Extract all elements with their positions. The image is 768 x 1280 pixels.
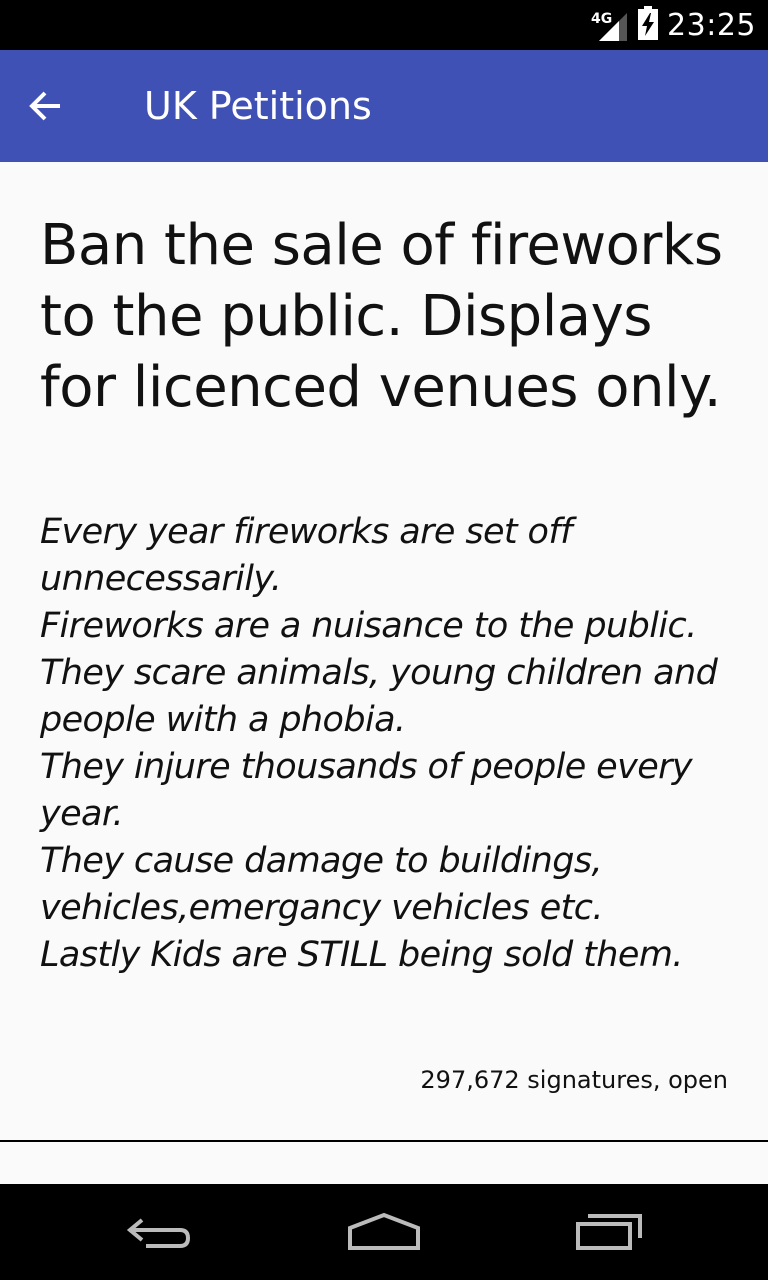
petition-body-line: Lastly Kids are STILL being sold them. bbox=[40, 935, 683, 975]
status-time: 23:25 bbox=[667, 7, 756, 43]
app-bar: UK Petitions bbox=[0, 50, 768, 162]
app-title: UK Petitions bbox=[144, 84, 372, 128]
signal-icon: 4G bbox=[591, 7, 629, 43]
petition-body-line: They scare animals, young children and p… bbox=[40, 653, 718, 740]
status-bar: 4G 23:25 bbox=[0, 0, 768, 50]
petition-body-line: Fireworks are a nuisance to the public. bbox=[40, 606, 697, 646]
petition-detail: Ban the sale of fireworks to the public.… bbox=[0, 162, 768, 1142]
back-button[interactable] bbox=[20, 80, 72, 132]
home-nav-icon bbox=[348, 1212, 420, 1250]
battery-charging-icon bbox=[637, 5, 659, 45]
petition-title: Ban the sale of fireworks to the public.… bbox=[40, 213, 723, 420]
back-nav-icon bbox=[126, 1218, 191, 1248]
petition-body: Every year fireworks are set off unneces… bbox=[40, 509, 728, 979]
divider bbox=[0, 1140, 768, 1142]
status-icons: 4G 23:25 bbox=[591, 0, 756, 50]
arrow-left-icon bbox=[29, 91, 60, 121]
petition-body-line: Every year fireworks are set off unneces… bbox=[40, 512, 572, 599]
nav-recents-button[interactable] bbox=[564, 1202, 654, 1262]
nav-home-button[interactable] bbox=[339, 1202, 429, 1262]
signature-count: 297,672 signatures, open bbox=[420, 1066, 728, 1094]
nav-back-button[interactable] bbox=[114, 1202, 204, 1262]
network-type-label: 4G bbox=[591, 11, 613, 27]
navigation-bar bbox=[0, 1184, 768, 1280]
petition-body-line: They cause damage to buildings, vehicles… bbox=[40, 841, 604, 928]
recents-nav-icon bbox=[576, 1214, 642, 1250]
petition-body-line: They injure thousands of people every ye… bbox=[40, 747, 693, 834]
